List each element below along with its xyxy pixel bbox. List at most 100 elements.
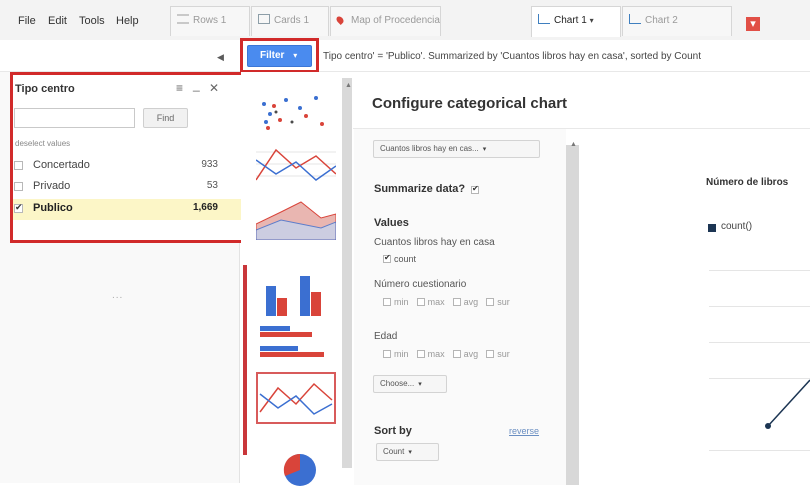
config-scrollbar[interactable] <box>566 145 579 485</box>
filter-button[interactable]: Filter ▾ <box>247 45 312 67</box>
checkbox[interactable] <box>416 350 425 358</box>
aggregation-options: min max avg sur <box>383 348 515 360</box>
gridline <box>709 306 810 307</box>
bar-chart-type[interactable] <box>256 324 336 366</box>
scatter-chart-type[interactable] <box>256 92 336 134</box>
filter-card-title: Tipo centro <box>15 83 75 95</box>
legend-label: count() <box>721 221 753 232</box>
rows-icon <box>177 14 189 24</box>
gridline <box>709 450 810 451</box>
summarize-checkbox[interactable] <box>471 184 479 194</box>
filter-row-label: Concertado <box>33 159 90 171</box>
find-input[interactable] <box>14 108 135 128</box>
field-label: Cuantos libros hay en casa <box>374 237 495 248</box>
checkbox[interactable] <box>486 350 495 358</box>
filter-row-count: 1,669 <box>192 202 218 213</box>
config-heading: Configure categorical chart <box>372 95 568 112</box>
checkbox[interactable] <box>486 298 495 306</box>
resize-handle[interactable]: ... <box>112 290 123 301</box>
field-count-option[interactable]: count <box>383 253 421 265</box>
map-pin-icon <box>335 15 345 25</box>
filter-row-label: Publico <box>33 202 73 214</box>
filter-row-privado[interactable]: Privado 53 <box>13 177 245 198</box>
tab-map[interactable]: Map of Procedencia <box>330 6 441 36</box>
chevron-down-icon: ▾ <box>408 449 412 456</box>
filter-row-count: 53 <box>206 180 218 191</box>
add-tab-button[interactable]: ▾ <box>746 17 760 31</box>
column-dropdown[interactable]: Cuantos libros hay en cas... ▾ <box>373 140 540 158</box>
tab-label: Chart 2 <box>645 15 678 26</box>
tab-chart-1[interactable]: Chart 1 ▾ <box>531 6 621 37</box>
menu-edit[interactable]: Edit <box>48 15 67 27</box>
selection-indicator <box>243 265 247 455</box>
gridline <box>709 342 810 343</box>
menu-file[interactable]: File <box>18 15 36 27</box>
sort-dropdown-label: Count <box>383 447 405 456</box>
chart-type-scrollbar[interactable] <box>342 78 352 468</box>
option-label: min <box>394 297 409 307</box>
chart-title: Número de libros <box>706 177 789 188</box>
checkbox[interactable] <box>452 350 461 358</box>
tab-chart-2[interactable]: Chart 2 <box>622 6 732 36</box>
close-icon[interactable]: ✕ <box>209 81 219 95</box>
chart-icon <box>538 14 550 24</box>
checkbox[interactable] <box>383 350 391 358</box>
tab-label: Map of Procedencia <box>351 15 440 26</box>
menu-help[interactable]: Help <box>116 15 139 27</box>
filter-button-label: Filter <box>260 50 285 61</box>
checkbox-checked[interactable] <box>383 253 391 263</box>
choose-dropdown-label: Choose... <box>380 379 415 388</box>
chevron-down-icon: ▾ <box>293 51 298 60</box>
aggregation-options: min max avg sur <box>383 296 515 308</box>
tab-cards[interactable]: Cards 1 <box>251 6 329 36</box>
checkbox-checked[interactable] <box>14 202 23 213</box>
column-chart-type[interactable] <box>256 272 336 316</box>
option-label: max <box>427 349 445 359</box>
scroll-up-icon[interactable]: ▲ <box>345 82 352 89</box>
find-button[interactable]: Find <box>143 108 188 128</box>
menu-icon[interactable]: ≡ <box>176 81 183 95</box>
checkbox[interactable] <box>14 182 23 191</box>
area-chart-type[interactable] <box>256 194 336 240</box>
chevron-down-icon: ▾ <box>589 16 594 25</box>
minimize-icon[interactable]: _ <box>193 78 200 92</box>
menu-tools[interactable]: Tools <box>79 15 105 27</box>
checkbox[interactable] <box>383 298 391 306</box>
line-chart-type[interactable] <box>256 140 336 188</box>
option-label: sur <box>497 297 510 307</box>
option-label: avg <box>463 349 479 359</box>
checkbox[interactable] <box>14 161 23 170</box>
column-dropdown-label: Cuantos libros hay en cas... <box>380 144 479 153</box>
option-label: sur <box>497 349 510 359</box>
chevron-down-icon: ▾ <box>482 146 487 153</box>
tab-rows[interactable]: Rows 1 <box>170 6 250 36</box>
chevron-down-icon: ▾ <box>418 381 422 388</box>
filter-row-label: Privado <box>33 180 71 192</box>
filter-row-concertado[interactable]: Concertado 933 <box>13 156 245 177</box>
deselect-values-link[interactable]: deselect values <box>15 139 70 148</box>
sort-dropdown[interactable]: Count ▾ <box>376 443 439 461</box>
tab-label: Rows 1 <box>193 15 227 26</box>
collapse-panel-icon[interactable]: ◀ <box>217 52 224 63</box>
checkbox[interactable] <box>452 298 461 306</box>
option-label: max <box>427 297 445 307</box>
preview-series-line <box>765 379 810 429</box>
legend-swatch <box>708 224 716 232</box>
line-chart-type-selected[interactable] <box>256 372 336 424</box>
option-label: min <box>394 349 409 359</box>
option-label: avg <box>463 297 479 307</box>
chart-icon <box>629 14 641 24</box>
summarize-label: Summarize data? <box>374 183 466 195</box>
choose-dropdown[interactable]: Choose... ▾ <box>373 375 447 393</box>
filter-row-publico[interactable]: Publico 1,669 <box>13 199 245 220</box>
tab-label: Cards 1 <box>274 15 310 26</box>
cards-icon <box>258 14 270 24</box>
pie-chart-type[interactable] <box>256 450 336 486</box>
values-label: Values <box>374 217 409 229</box>
checkbox[interactable] <box>416 298 425 306</box>
filter-description: Tipo centro' = 'Publico'. Summarized by … <box>323 51 701 62</box>
reverse-link[interactable]: reverse <box>509 426 539 436</box>
field-label: Edad <box>374 331 398 342</box>
scroll-up-icon[interactable]: ▲ <box>570 141 577 148</box>
option-label: count <box>394 254 417 264</box>
